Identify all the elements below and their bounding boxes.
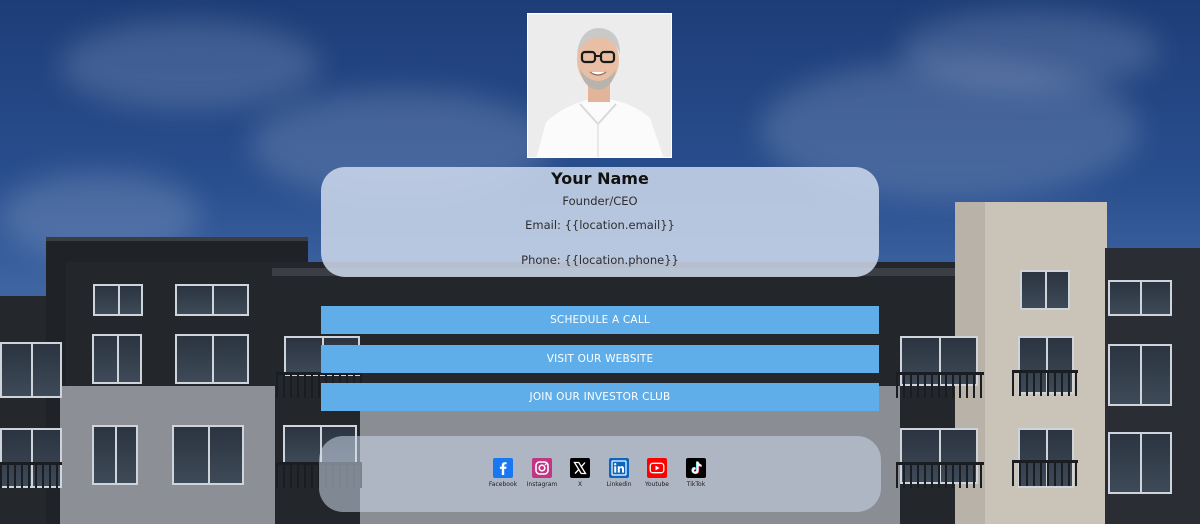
profile-phone[interactable]: Phone: {{location.phone}} — [321, 253, 879, 267]
instagram-icon — [532, 458, 552, 478]
social-link-youtube[interactable]: Youtube — [637, 458, 677, 488]
social-label: X — [577, 481, 583, 488]
profile-name: Your Name — [551, 169, 649, 188]
youtube-icon — [647, 458, 667, 478]
profile-role: Founder/CEO — [562, 194, 638, 208]
link-page: Your Name Founder/CEO Email: {{location.… — [0, 0, 1200, 524]
social-link-linkedin[interactable]: Linkedin — [599, 458, 639, 488]
social-label: Linkedin — [606, 481, 632, 488]
social-label: Facebook — [488, 481, 518, 488]
social-link-tiktok[interactable]: TikTok — [676, 458, 716, 488]
social-link-instagram[interactable]: Instagram — [522, 458, 562, 488]
x-icon — [570, 458, 590, 478]
profile-card: Your Name Founder/CEO Email: {{location.… — [321, 167, 879, 277]
profile-photo — [527, 13, 672, 158]
schedule-call-button[interactable]: SCHEDULE A CALL — [321, 306, 879, 334]
social-label: Instagram — [526, 481, 558, 488]
linkedin-icon — [609, 458, 629, 478]
visit-website-button[interactable]: VISIT OUR WEBSITE — [321, 345, 879, 373]
social-label: TikTok — [686, 481, 706, 488]
person-photo-icon — [528, 14, 671, 157]
tiktok-icon — [686, 458, 706, 478]
social-links-panel: Facebook Instagram X Linkedin Youtube Ti… — [319, 436, 881, 512]
profile-email[interactable]: Email: {{location.email}} — [321, 218, 879, 232]
social-label: Youtube — [645, 481, 669, 488]
social-link-x[interactable]: X — [560, 458, 600, 488]
facebook-icon — [493, 458, 513, 478]
investor-club-button[interactable]: JOIN OUR INVESTOR CLUB — [321, 383, 879, 411]
social-link-facebook[interactable]: Facebook — [483, 458, 523, 488]
